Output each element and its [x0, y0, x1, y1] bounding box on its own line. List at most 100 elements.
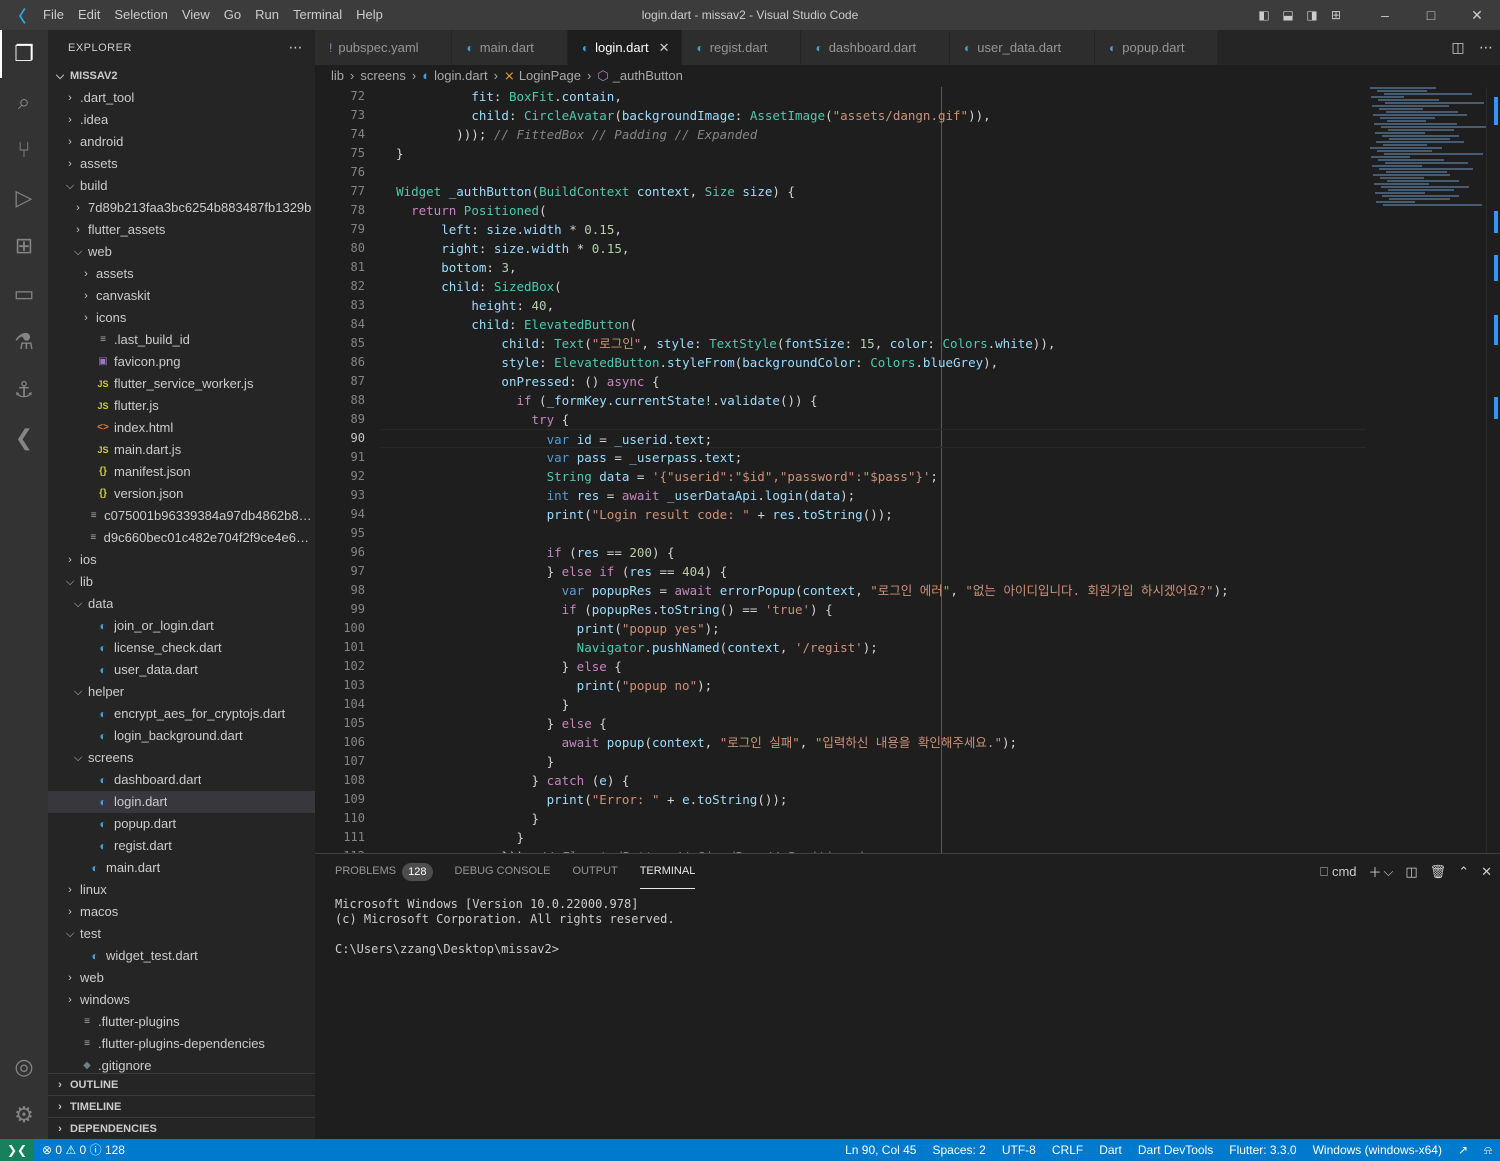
breadcrumb-item[interactable]: _authButton [613, 65, 683, 87]
menu-go[interactable]: Go [217, 0, 248, 30]
remote-indicator-icon[interactable]: ❯❮ [0, 1139, 34, 1161]
tree-folder[interactable]: › .idea [48, 109, 315, 131]
language-mode[interactable]: Dart [1091, 1139, 1130, 1161]
code-line[interactable]: print("popup yes"); [381, 619, 1366, 638]
close-window-button[interactable]: ✕ [1454, 0, 1500, 30]
tree-file[interactable]: ◐ login_background.dart [48, 725, 315, 747]
menu-terminal[interactable]: Terminal [286, 0, 349, 30]
code-line[interactable]: if (popupRes.toString() == 'true') { [381, 600, 1366, 619]
close-tab-icon[interactable]: ✕ [659, 40, 670, 56]
code-line[interactable]: var pass = _userpass.text; [381, 448, 1366, 467]
testing-icon[interactable]: ⚗ [0, 318, 48, 366]
tree-folder[interactable]: › ios [48, 549, 315, 571]
code-line[interactable]: } else { [381, 714, 1366, 733]
maximize-button[interactable]: □ [1408, 0, 1454, 30]
account-icon[interactable]: ◎ [0, 1043, 48, 1091]
tree-file[interactable]: ◐ widget_test.dart [48, 945, 315, 967]
workspace-root[interactable]: ⌵ MISSAV2 [48, 65, 315, 87]
outline-section[interactable]: › OUTLINE [48, 1073, 315, 1095]
code-line[interactable]: fit: BoxFit.contain, [381, 87, 1366, 106]
tree-file[interactable]: ◐ dashboard.dart [48, 769, 315, 791]
source-control-icon[interactable]: ⑂ [0, 126, 48, 174]
dependencies-section[interactable]: › DEPENDENCIES [48, 1117, 315, 1139]
run-debug-icon[interactable]: ▷ [0, 174, 48, 222]
tree-folder[interactable]: › windows [48, 989, 315, 1011]
code-line[interactable]: } catch (e) { [381, 771, 1366, 790]
code-line[interactable]: var popupRes = await errorPopup(context,… [381, 581, 1366, 600]
device-selector[interactable]: Windows (windows-x64) [1305, 1139, 1450, 1161]
tree-folder[interactable]: ⌵ lib [48, 571, 315, 593]
editor-tab[interactable]: !pubspec.yaml✕ [315, 30, 453, 65]
split-terminal-icon[interactable]: ◫ [1405, 864, 1417, 880]
editor-tab[interactable]: ◐dashboard.dart✕ [801, 30, 951, 65]
toggle-panel-icon[interactable]: ⬓ [1276, 0, 1300, 30]
editor-tab[interactable]: ◐regist.dart✕ [682, 30, 802, 65]
code-line[interactable]: right: size.width * 0.15, [381, 239, 1366, 258]
docker-icon[interactable]: ⚓ [0, 366, 48, 414]
code-line[interactable]: child: Text("로그인", style: TextStyle(font… [381, 334, 1366, 353]
code-line[interactable]: } [381, 752, 1366, 771]
menu-run[interactable]: Run [248, 0, 286, 30]
menu-view[interactable]: View [175, 0, 217, 30]
remote-explorer-icon[interactable]: ▭ [0, 270, 48, 318]
vscode-logo-icon[interactable]: 〈 [0, 0, 36, 30]
code-line[interactable]: print("Login result code: " + res.toStri… [381, 505, 1366, 524]
tree-folder[interactable]: ⌵ build [48, 175, 315, 197]
tree-folder[interactable]: › android [48, 131, 315, 153]
terminal-output[interactable]: Microsoft Windows [Version 10.0.22000.97… [315, 889, 1500, 965]
tab-output[interactable]: OUTPUT [572, 854, 617, 889]
new-terminal-icon[interactable]: ＋ [1369, 862, 1382, 881]
code-line[interactable]: height: 40, [381, 296, 1366, 315]
code-line[interactable]: } [381, 809, 1366, 828]
editor-tab[interactable]: ◐popup.dart✕ [1095, 30, 1219, 65]
code-line[interactable]: } [381, 144, 1366, 163]
code-line[interactable]: return Positioned( [381, 201, 1366, 220]
tree-folder[interactable]: › flutter_assets [48, 219, 315, 241]
menu-edit[interactable]: Edit [71, 0, 107, 30]
editor-tab[interactable]: ◐user_data.dart✕ [950, 30, 1096, 65]
dart-devtools[interactable]: Dart DevTools [1130, 1139, 1221, 1161]
tree-folder[interactable]: › web [48, 967, 315, 989]
tree-file[interactable]: <> index.html [48, 417, 315, 439]
tree-file[interactable]: {} manifest.json [48, 461, 315, 483]
breadcrumb-item[interactable]: screens [360, 65, 406, 87]
timeline-section[interactable]: › TIMELINE [48, 1095, 315, 1117]
tree-file[interactable]: ≡ .flutter-plugins-dependencies [48, 1033, 315, 1055]
tree-folder[interactable]: › canvaskit [48, 285, 315, 307]
tree-file[interactable]: ≡ c075001b96339384a97db4862b8ab8... [48, 505, 315, 527]
more-actions-icon[interactable]: ⋯ [289, 39, 304, 56]
tree-folder[interactable]: ⌵ web [48, 241, 315, 263]
code-line[interactable]: await popup(context, "로그인 실패", "입력하신 내용을… [381, 733, 1366, 752]
code-line[interactable]: Widget _authButton(BuildContext context,… [381, 182, 1366, 201]
live-share-icon[interactable]: ↗ [1450, 1139, 1476, 1161]
indentation[interactable]: Spaces: 2 [924, 1139, 993, 1161]
editor-scrollbar[interactable] [1486, 87, 1500, 853]
tree-file[interactable]: ◐ join_or_login.dart [48, 615, 315, 637]
menu-file[interactable]: File [36, 0, 71, 30]
tree-file[interactable]: JS flutter_service_worker.js [48, 373, 315, 395]
chevron-down-icon[interactable]: ⌵ [1384, 864, 1394, 880]
tree-file[interactable]: ◐ user_data.dart [48, 659, 315, 681]
tree-file[interactable]: ◐ popup.dart [48, 813, 315, 835]
shell-name[interactable]: cmd [1332, 864, 1357, 879]
code-line[interactable]: left: size.width * 0.15, [381, 220, 1366, 239]
cursor-position[interactable]: Ln 90, Col 45 [837, 1139, 924, 1161]
customize-layout-icon[interactable]: ⊞ [1324, 0, 1348, 30]
tree-folder[interactable]: › assets [48, 263, 315, 285]
breadcrumb-item[interactable]: LoginPage [519, 65, 581, 87]
code-line[interactable]: } else { [381, 657, 1366, 676]
code-line[interactable]: var id = _userid.text; [381, 429, 1366, 448]
code-editor[interactable]: 72 73 74 75 76 77 78 79 80 81 82 83 84 85 86 87 88 89 90 91… [315, 87, 1500, 853]
more-actions-icon[interactable]: ⋯ [1472, 39, 1500, 56]
tree-file[interactable]: ◐ main.dart [48, 857, 315, 879]
code-line[interactable]: if (_formKey.currentState!.validate()) { [381, 391, 1366, 410]
tree-folder[interactable]: ⌵ data [48, 593, 315, 615]
search-icon[interactable]: ⌕ [0, 78, 48, 126]
code-line[interactable]: Navigator.pushNamed(context, '/regist'); [381, 638, 1366, 657]
tree-folder[interactable]: › .dart_tool [48, 87, 315, 109]
tree-file[interactable]: JS main.dart.js [48, 439, 315, 461]
code-line[interactable]: print("Error: " + e.toString()); [381, 790, 1366, 809]
close-panel-icon[interactable]: ✕ [1481, 864, 1492, 880]
split-editor-icon[interactable]: ◫ [1444, 39, 1472, 56]
tab-problems[interactable]: PROBLEMS 128 [335, 854, 433, 889]
